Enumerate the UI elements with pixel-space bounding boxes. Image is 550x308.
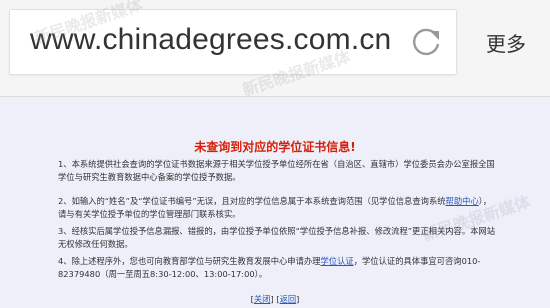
paragraph-text: 2、如输入的“姓名”及“学位证书编号”无误，且对应的学位信息属于本系统查询范围（…	[58, 196, 446, 206]
notice-paragraph-4: 4、除上述程序外，您也可向教育部学位与研究生教育发展中心申请办理学位认证，学位认…	[58, 255, 498, 280]
toolbar-divider	[0, 96, 550, 97]
result-title: 未查询到对应的学位证书信息!	[194, 140, 356, 154]
address-bar[interactable]: www.chinadegrees.com.cn	[9, 9, 457, 75]
help-center-link[interactable]: 帮助中心	[446, 196, 479, 206]
degree-certification-link[interactable]: 学位认证	[321, 256, 354, 266]
notice-paragraph-2: 2、如输入的“姓名”及“学位证书编号”无误，且对应的学位信息属于本系统查询范围（…	[58, 195, 498, 220]
more-menu-button[interactable]: 更多	[486, 28, 526, 57]
notice-paragraph-3: 3、经核实后属学位授予信息漏报、错报的，由学位授予单位依照“学位授予信息补报、修…	[58, 226, 496, 249]
browser-toolbar: www.chinadegrees.com.cn 更多	[0, 0, 550, 96]
url-text[interactable]: www.chinadegrees.com.cn	[30, 23, 391, 57]
footer-links: [关闭] [返回]	[250, 294, 300, 304]
close-link[interactable]: 关闭	[254, 294, 271, 304]
back-link[interactable]: 返回	[280, 294, 297, 304]
reload-icon[interactable]	[407, 24, 445, 62]
paragraph-text: 4、除上述程序外，您也可向教育部学位与研究生教育发展中心申请办理	[58, 256, 321, 266]
notice-paragraph-1: 1、本系统提供社会查询的学位证书数据来源于相关学位授予单位经所在省（自治区、直辖…	[58, 159, 495, 182]
